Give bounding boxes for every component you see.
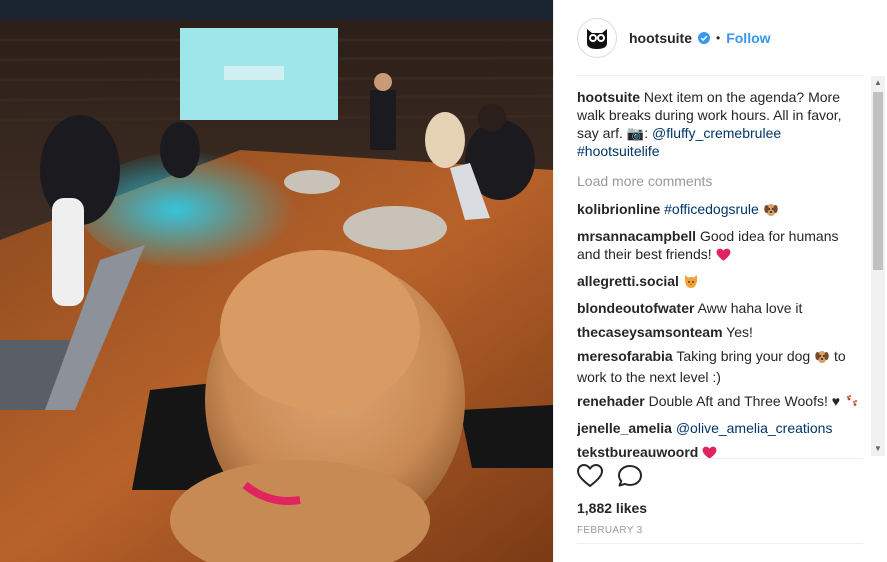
dog-face-emoji-icon xyxy=(763,201,779,221)
caption-mention-link[interactable]: @fluffy_cremebrulee xyxy=(652,125,781,141)
bottom-divider xyxy=(577,543,863,544)
header-divider xyxy=(577,75,863,76)
load-more-comments-button[interactable]: Load more comments xyxy=(577,172,863,190)
post-header: hootsuite • Follow xyxy=(577,16,863,60)
scroll-down-arrow-icon[interactable]: ▼ xyxy=(871,442,885,456)
owl-logo-icon[interactable] xyxy=(577,18,617,58)
comment-item: renehader Double Aft and Three Woofs! ♥ xyxy=(577,392,863,413)
comment-entries: kolibrionline #officedogsrule mrsannacam… xyxy=(577,200,863,458)
comment-username[interactable]: kolibrionline xyxy=(577,201,660,217)
comment-text: Yes! xyxy=(726,324,753,340)
post-username[interactable]: hootsuite xyxy=(629,30,692,46)
office-dog-photo xyxy=(0,0,553,562)
heart-outline-icon[interactable] xyxy=(576,463,604,492)
verified-badge-icon xyxy=(698,32,710,44)
comment-item: allegretti.social xyxy=(577,272,863,293)
comment-username[interactable]: thecaseysamsonteam xyxy=(577,324,723,340)
comments-scrollbar[interactable]: ▲ ▼ xyxy=(871,76,885,456)
dog-face-emoji-icon xyxy=(814,348,830,368)
post-photo[interactable] xyxy=(0,0,553,562)
comment-username[interactable]: allegretti.social xyxy=(577,273,679,289)
comment-item: kolibrionline #officedogsrule xyxy=(577,200,863,221)
paw-prints-emoji-icon xyxy=(844,393,860,413)
red-heart-emoji-icon xyxy=(702,446,717,458)
speech-bubble-icon[interactable] xyxy=(617,464,643,492)
scroll-up-arrow-icon[interactable]: ▲ xyxy=(871,76,885,90)
caption-username[interactable]: hootsuite xyxy=(577,89,640,105)
follow-button[interactable]: Follow xyxy=(726,30,770,46)
post-actions xyxy=(576,463,643,492)
scrollbar-thumb[interactable] xyxy=(873,92,883,270)
comment-text: Taking bring your dog xyxy=(676,348,811,364)
comment-item: thecaseysamsonteam Yes! xyxy=(577,323,863,341)
comment-username[interactable]: mrsannacampbell xyxy=(577,228,696,244)
comment-username[interactable]: jenelle_amelia xyxy=(577,420,672,436)
comment-item: mrsannacampbell Good idea for humans and… xyxy=(577,227,863,266)
caption-hashtag-link[interactable]: #hootsuitelife xyxy=(577,143,660,159)
post-date[interactable]: FEBRUARY 3 xyxy=(577,525,642,536)
comment-username[interactable]: tekstbureauwoord xyxy=(577,444,698,458)
owl-logo-icon-glyph xyxy=(587,29,607,49)
separator-dot: • xyxy=(716,31,721,45)
comment-item: blondeoutofwater Aww haha love it xyxy=(577,299,863,317)
post-caption: hootsuite Next item on the agenda? More … xyxy=(577,88,863,160)
comment-username[interactable]: blondeoutofwater xyxy=(577,300,694,316)
comment-text: Aww haha love it xyxy=(697,300,803,316)
actions-divider xyxy=(577,458,863,459)
comment-item: tekstbureauwoord xyxy=(577,443,863,458)
comment-text: Double Aft and Three Woofs! ♥ xyxy=(648,393,841,409)
comment-link[interactable]: @olive_amelia_creations xyxy=(676,420,833,436)
comment-item: meresofarabia Taking bring your dog to w… xyxy=(577,347,863,386)
comment-username[interactable]: meresofarabia xyxy=(577,348,673,364)
cat-face-emoji-icon xyxy=(683,273,699,293)
comments-list: hootsuite Next item on the agenda? More … xyxy=(577,88,863,458)
comment-item: jenelle_amelia @olive_amelia_creations xyxy=(577,419,863,437)
red-heart-emoji-icon xyxy=(716,248,731,266)
comment-link[interactable]: #officedogsrule xyxy=(664,201,759,217)
likes-count[interactable]: 1,882 likes xyxy=(577,500,647,516)
comment-username[interactable]: renehader xyxy=(577,393,645,409)
